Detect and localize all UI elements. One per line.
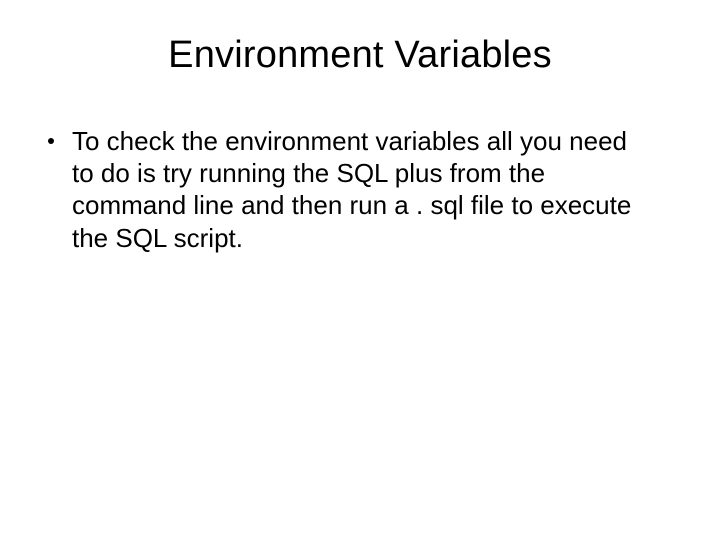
bullet-dot-icon: [48, 138, 54, 144]
slide-content: To check the environment variables all y…: [36, 125, 684, 254]
slide-title: Environment Variables: [36, 34, 684, 77]
bullet-text: To check the environment variables all y…: [72, 125, 654, 254]
slide: Environment Variables To check the envir…: [0, 0, 720, 540]
bullet-item: To check the environment variables all y…: [48, 125, 654, 254]
